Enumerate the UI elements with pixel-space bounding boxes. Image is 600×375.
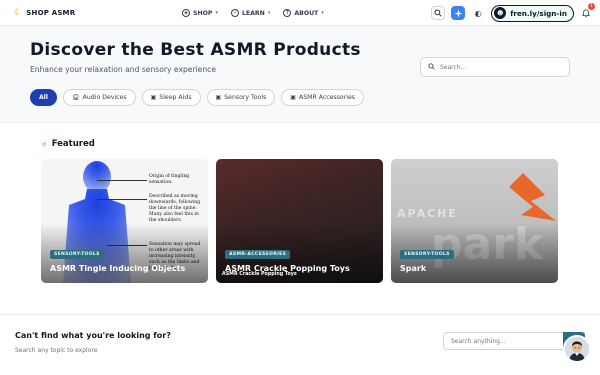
featured-heading: ✧ Featured (41, 139, 95, 149)
card-title: ASMR Tingle Inducing Objects (50, 264, 186, 273)
chevron-down-icon: ▾ (215, 10, 218, 16)
filter-asmr-accessories-label: ASMR Accessories (298, 94, 355, 101)
theme-toggle-button[interactable]: ◐ (471, 6, 485, 20)
compass-icon: ◈ (182, 9, 190, 17)
nav-learn-label: LEARN (241, 9, 265, 17)
check-circle-icon: ✓ (230, 9, 239, 17)
search-cta-section: Can't find what you're looking for? Sear… (0, 314, 600, 375)
category-tag: SENSORY-TOOLS (50, 250, 104, 259)
page-title: Discover the Best ASMR Products (30, 40, 361, 60)
brand-logo[interactable]: ☾ SHOP ASMR (14, 8, 75, 18)
frenly-logo-icon: ☻ (494, 7, 507, 19)
user-avatar-image (565, 337, 589, 361)
image-caption: ASMR Crackle Popping Toys (222, 272, 297, 277)
featured-heading-label: Featured (51, 139, 95, 149)
filter-sensory-tools-label: Sensory Tools (224, 94, 267, 101)
cta-hint: Search any topic to explore (15, 347, 98, 354)
filter-sleep-aids-label: Sleep Aids (159, 94, 192, 101)
annotation-line (97, 180, 147, 181)
bell-icon (582, 8, 590, 17)
category-filters: All 🎧︎ Audio Devices ▣ Sleep Aids ▣ Sens… (30, 89, 364, 106)
sign-in-button[interactable]: ☻ fren.ly/sign-in (491, 4, 574, 22)
page-subtitle: Enhance your relaxation and sensory expe… (30, 65, 216, 74)
featured-section: ✧ Featured Origin of tingling sensation.… (0, 122, 600, 314)
bag-icon: ▣ (150, 94, 157, 101)
annotation-line (97, 199, 147, 200)
main-nav: ◈ SHOP ▾ ✓ LEARN ▾ ? ABOUT ▾ (182, 0, 324, 26)
filter-asmr-accessories[interactable]: ▣ ASMR Accessories (281, 89, 364, 106)
nav-shop-label: SHOP (193, 9, 213, 17)
notifications-button[interactable]: 1 (580, 3, 595, 20)
filter-all[interactable]: All (30, 89, 58, 106)
search-icon (434, 9, 442, 17)
avatar[interactable] (563, 335, 591, 363)
hero-search-box[interactable] (420, 57, 570, 77)
nav-about[interactable]: ? ABOUT ▾ (283, 9, 324, 17)
card-title: Spark (400, 264, 427, 273)
nav-about-label: ABOUT (294, 9, 319, 17)
ai-assist-button[interactable] (451, 6, 466, 20)
bag-icon: ▣ (215, 94, 222, 101)
search-button[interactable] (431, 6, 446, 20)
annotation-origin: Origin of tingling sensation. (149, 174, 190, 185)
filter-audio-devices-label: Audio Devices (82, 94, 127, 101)
annotation-spine: Described as moving downwards, following… (149, 194, 201, 223)
filter-sleep-aids[interactable]: ▣ Sleep Aids (141, 89, 201, 106)
nav-shop[interactable]: ◈ SHOP ▾ (182, 9, 218, 17)
brand-name: SHOP ASMR (26, 8, 76, 17)
headphones-icon: 🎧︎ (72, 94, 80, 101)
question-circle-icon: ? (283, 9, 292, 17)
chevron-down-icon: ▾ (267, 10, 271, 16)
nav-learn[interactable]: ✓ LEARN ▾ (230, 9, 271, 17)
chevron-down-icon: ▾ (321, 10, 324, 16)
product-card-crackle-toys[interactable]: ASMR-ACCESSORIES ASMR Crackle Popping To… (216, 159, 383, 283)
notification-badge: 1 (588, 3, 595, 10)
sparkle-icon: ✧ (41, 139, 48, 149)
moon-icon: ☾ (14, 7, 23, 18)
filter-audio-devices[interactable]: 🎧︎ Audio Devices (63, 89, 136, 106)
moon-icon: ◐ (474, 8, 482, 18)
sign-in-label: fren.ly/sign-in (510, 8, 567, 18)
top-navbar: ☾ SHOP ASMR ◈ SHOP ▾ ✓ LEARN ▾ ? ABOUT ▾… (0, 0, 600, 26)
bottom-search-input[interactable] (451, 337, 561, 345)
search-icon (428, 62, 435, 72)
product-card-tingle-objects[interactable]: Origin of tingling sensation. Described … (41, 159, 208, 283)
hero-section: Discover the Best ASMR Products Enhance … (0, 26, 600, 122)
product-card-spark[interactable]: APACHE park SENSORY-TOOLS Spark (391, 159, 558, 283)
bag-icon: ▣ (290, 94, 296, 101)
cta-question: Can't find what you're looking for? (15, 331, 171, 340)
filter-all-label: All (39, 94, 49, 101)
filter-sensory-tools[interactable]: ▣ Sensory Tools (206, 89, 276, 106)
sparkle-icon (454, 8, 463, 18)
header-tools: ◐ ☻ fren.ly/sign-in 1 (431, 0, 595, 26)
category-tag: SENSORY-TOOLS (400, 250, 454, 259)
category-tag: ASMR-ACCESSORIES (225, 250, 291, 259)
search-input[interactable] (440, 63, 560, 71)
